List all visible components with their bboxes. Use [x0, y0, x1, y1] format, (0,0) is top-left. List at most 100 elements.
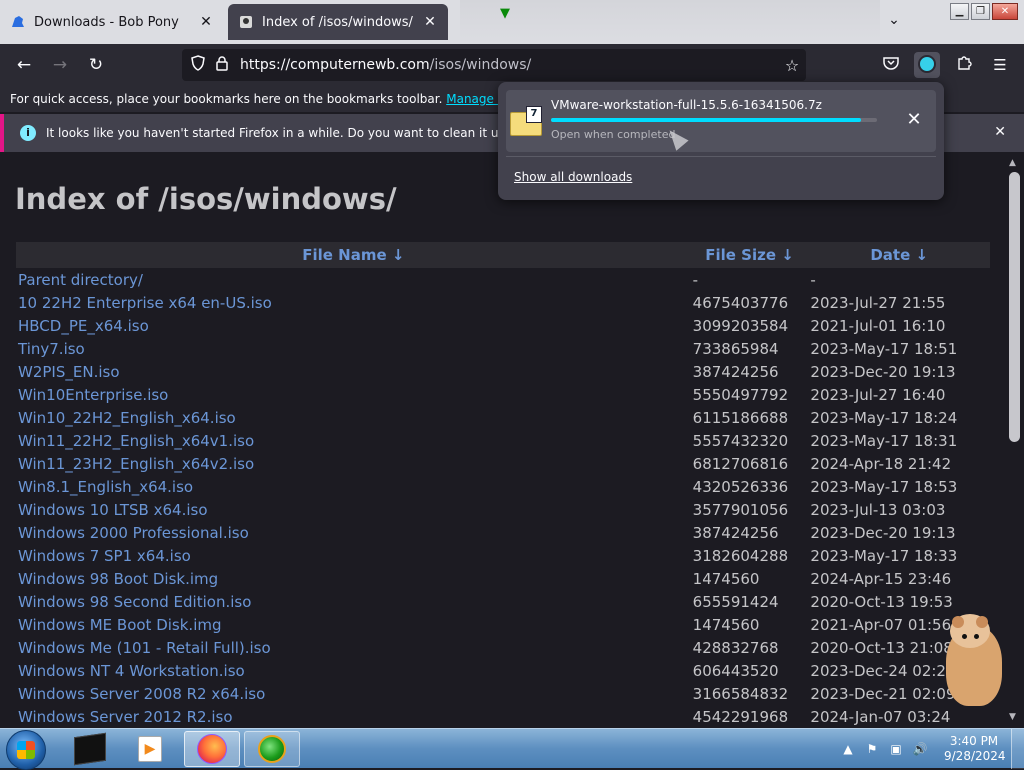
system-tray: ▲ ⚑ ▣ 🔊	[840, 729, 928, 769]
table-row: HBCD_PE_x64.iso 3099203584 2021-Jul-01 16:…	[16, 314, 990, 337]
file-link[interactable]: Parent directory/	[18, 271, 143, 289]
file-date: 2023-May-17 18:33	[810, 546, 958, 565]
file-size: 5557432320	[692, 431, 789, 450]
cancel-download-icon[interactable]: ✕	[902, 108, 926, 132]
back-button[interactable]: ←	[11, 52, 37, 78]
file-link[interactable]: Win10_22H2_English_x64.iso	[18, 409, 236, 427]
table-row: Windows 7 SP1 x64.iso 3182604288 2023-May-…	[16, 544, 990, 567]
file-date: -	[810, 270, 816, 289]
page-scrollbar[interactable]: ▲ ▼	[1004, 152, 1024, 728]
file-size: -	[692, 270, 699, 289]
table-row: Windows Server 2008 R2 x64.iso 3166584832…	[16, 682, 990, 705]
file-size: 6115186688	[692, 408, 789, 427]
network-monitor-icon[interactable]: ▣	[888, 741, 904, 757]
taskbar-download-manager[interactable]	[244, 731, 300, 767]
clock-time: 3:40 PM	[949, 734, 999, 748]
show-all-downloads-link[interactable]: Show all downloads	[514, 170, 632, 184]
bookmarks-hint-text: For quick access, place your bookmarks h…	[10, 92, 443, 106]
close-tab-icon[interactable]: ✕	[422, 14, 438, 30]
file-link[interactable]: Windows ME Boot Disk.img	[18, 616, 222, 634]
file-link[interactable]: Windows Me (101 - Retail Full).iso	[18, 639, 271, 657]
url-text[interactable]: https://computernewb.com/isos/windows/	[240, 57, 778, 73]
file-date: 2023-Dec-20 19:13	[810, 362, 956, 381]
download-status: Open when completed	[551, 128, 676, 141]
close-tab-icon[interactable]: ✕	[198, 14, 214, 30]
show-desktop-button[interactable]	[1011, 729, 1024, 769]
file-link[interactable]: 10 22H2 Enterprise x64 en-US.iso	[18, 294, 272, 312]
notification-text: It looks like you haven't started Firefo…	[46, 126, 572, 140]
file-date: 2023-May-17 18:53	[810, 477, 958, 496]
minimize-button[interactable]: ▁	[950, 3, 969, 20]
file-size: 1474560	[692, 615, 760, 634]
file-link[interactable]: Windows 7 SP1 x64.iso	[18, 547, 191, 565]
file-link[interactable]: Tiny7.iso	[18, 340, 85, 358]
taskbar-command-prompt[interactable]	[62, 731, 118, 767]
file-link[interactable]: Windows 2000 Professional.iso	[18, 524, 249, 542]
firefox-icon	[197, 734, 227, 764]
file-link[interactable]: Win11_22H2_English_x64v1.iso	[18, 432, 254, 450]
table-row: Tiny7.iso 733865984 2023-May-17 18:51	[16, 337, 990, 360]
file-date: 2023-Dec-20 19:13	[810, 523, 956, 542]
hamster-image	[942, 606, 1004, 708]
file-link[interactable]: Win8.1_English_x64.iso	[18, 478, 193, 496]
extensions-puzzle-icon[interactable]	[951, 52, 977, 78]
show-hidden-icons-arrow-icon[interactable]: ▲	[840, 741, 856, 757]
taskbar-clock[interactable]: 3:40 PM 9/28/2024	[944, 734, 1006, 764]
address-bar[interactable]: https://computernewb.com/isos/windows/ ☆	[182, 49, 806, 81]
file-link[interactable]: Windows 10 LTSB x64.iso	[18, 501, 208, 519]
file-link[interactable]: Win11_23H2_English_x64v2.iso	[18, 455, 254, 473]
file-size: 606443520	[692, 661, 779, 680]
start-button[interactable]	[6, 730, 46, 770]
sort-by-date[interactable]: Date ↓	[808, 242, 990, 268]
windows-taskbar: ▶ ▲ ⚑ ▣ 🔊 3:40 PM 9/28/2024	[0, 728, 1024, 770]
file-link[interactable]: Windows NT 4 Workstation.iso	[18, 662, 245, 680]
pocket-icon[interactable]	[878, 52, 904, 78]
tab-downloads-bob-pony[interactable]: Downloads - Bob Pony ✕	[0, 4, 224, 40]
file-size: 1474560	[692, 569, 760, 588]
file-listing-table: File Name ↓ File Size ↓ Date ↓ Parent di…	[16, 242, 990, 728]
file-link[interactable]: HBCD_PE_x64.iso	[18, 317, 149, 335]
sort-by-file-name[interactable]: File Name ↓	[16, 242, 691, 268]
list-all-tabs-chevron-icon[interactable]: ⌄	[884, 12, 904, 32]
file-link[interactable]: Windows Server 2012 R2.iso	[18, 708, 233, 726]
file-size: 428832768	[692, 638, 779, 657]
scroll-up-arrow-icon[interactable]: ▲	[1009, 158, 1016, 168]
file-size: 387424256	[692, 362, 779, 381]
window-controls: ▁ ❐ ✕	[950, 3, 1018, 20]
action-center-flag-icon[interactable]: ⚑	[864, 741, 880, 757]
reload-button[interactable]: ↻	[83, 52, 109, 78]
tab-index-isos-windows[interactable]: Index of /isos/windows/ ✕	[228, 4, 448, 40]
file-size: 733865984	[692, 339, 779, 358]
lock-icon[interactable]	[210, 55, 234, 75]
page-favicon	[238, 14, 254, 30]
file-link[interactable]: Win10Enterprise.iso	[18, 386, 168, 404]
close-notification-icon[interactable]: ✕	[994, 124, 1006, 140]
file-date: 2023-May-17 18:51	[810, 339, 958, 358]
downloads-button[interactable]	[914, 52, 940, 78]
download-item[interactable]: 7 VMware-workstation-full-15.5.6-1634150…	[506, 90, 936, 152]
scroll-down-arrow-icon[interactable]: ▼	[1009, 712, 1016, 722]
menu-hamburger-icon[interactable]: ☰	[987, 52, 1013, 78]
taskbar-media-player[interactable]: ▶	[122, 731, 178, 767]
theme-decoration-icon: ▼	[500, 6, 510, 21]
volume-icon[interactable]: 🔊	[912, 741, 928, 757]
panel-divider	[506, 156, 936, 157]
file-link[interactable]: Windows 98 Boot Disk.img	[18, 570, 218, 588]
file-link[interactable]: Windows Server 2008 R2 x64.iso	[18, 685, 265, 703]
windows-logo-icon	[17, 741, 35, 759]
download-progress-icon	[918, 55, 936, 73]
sort-by-file-size[interactable]: File Size ↓	[690, 242, 809, 268]
tracking-protection-shield-icon[interactable]	[186, 55, 210, 75]
file-link[interactable]: W2PIS_EN.iso	[18, 363, 120, 381]
restore-button[interactable]: ❐	[971, 3, 990, 20]
file-date: 2021-Jul-01 16:10	[810, 316, 946, 335]
downloads-panel: 7 VMware-workstation-full-15.5.6-1634150…	[498, 82, 944, 200]
bookmark-star-icon[interactable]: ☆	[778, 56, 806, 75]
file-link[interactable]: Windows 98 Second Edition.iso	[18, 593, 251, 611]
window-close-button[interactable]: ✕	[992, 3, 1018, 20]
scrollbar-thumb[interactable]	[1009, 172, 1020, 442]
forward-button[interactable]: →	[47, 52, 73, 78]
file-size: 387424256	[692, 523, 779, 542]
taskbar-firefox[interactable]	[184, 731, 240, 767]
download-manager-globe-icon	[258, 735, 286, 763]
